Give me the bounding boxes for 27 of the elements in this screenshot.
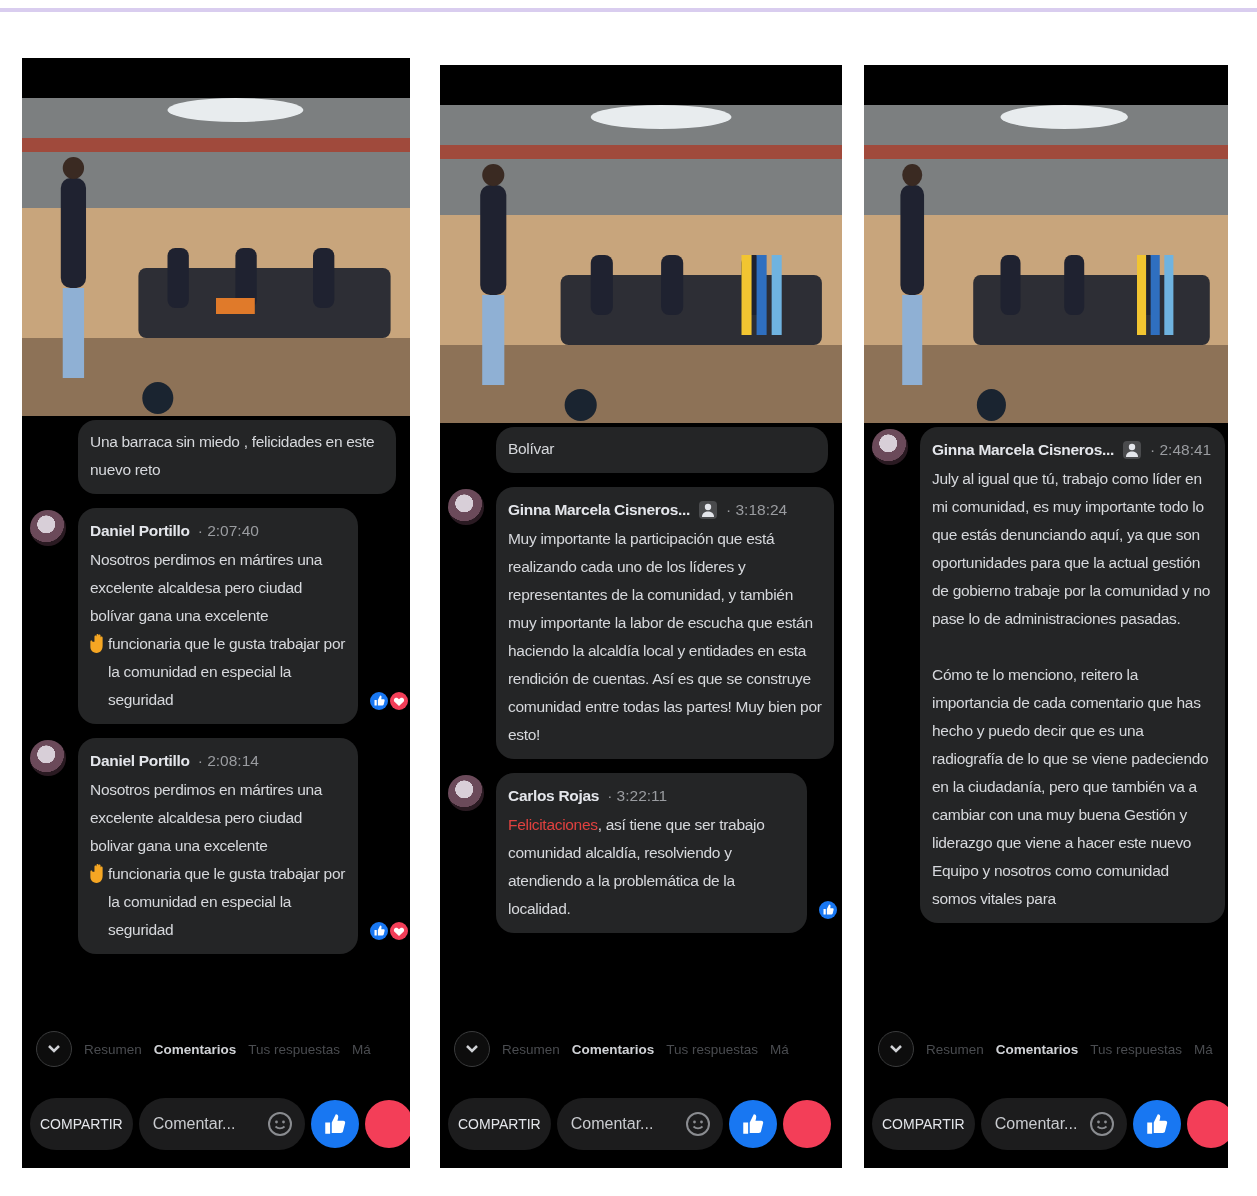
comment-time: · 3:18:24 bbox=[726, 500, 788, 520]
comment-text: Felicitaciones, así tiene que ser trabajo comunidad alcaldía, resolviendo y atendiendo a la problemática de la localidad. bbox=[508, 815, 766, 919]
comment-text: funcionaria que le gusta trabajar por la comunidad en especial la seguridad bbox=[108, 864, 346, 940]
author-name[interactable]: Daniel Portillo bbox=[90, 516, 190, 546]
tab[interactable]: Comentarios bbox=[995, 1041, 1079, 1057]
comment-field[interactable]: Comentar... bbox=[556, 1098, 723, 1150]
tab[interactable]: Comentarios bbox=[153, 1041, 237, 1057]
comment-text: funcionaria que le gusta trabajar por la comunidad en especial la seguridad bbox=[108, 634, 346, 710]
comment-text: Una barraca sin miedo , felicidades en este nuevo reto bbox=[90, 432, 376, 480]
comment-text: Cómo te lo menciono, reitero la importancia de cada comentario que has hecho y puedo decir que es una radiografía de lo que se viene padeciendo en la ciudadanía, pero que también va a cambiar con una muy buena Gestión y liderazgo que viene a hacer este nuevo Equipo y nosotros como comunidad somos vitales para bbox=[932, 665, 1210, 909]
comment-field[interactable]: Comentar... bbox=[980, 1098, 1127, 1150]
comment-text: Bolívar bbox=[508, 439, 556, 459]
author-name[interactable]: Ginna Marcela Cisneros... bbox=[932, 435, 1114, 465]
comment-time: · 2:08:14 bbox=[197, 751, 259, 771]
comment-text: July al igual que tú, trabajo como líder en mi comunidad, es muy importante todo lo que estás denunciando aquí, ya que son oportunidades para que la actual gestión de gobierno trabaje por la comunidad y no pase lo de administraciones pasadas. bbox=[932, 469, 1212, 629]
comment-text: Muy importante la participación que está realizando cada uno de los líderes y representantes de la comunidad, y también muy importante la labor de escucha que están haciendo la alcaldía local y entidades en esta rendición de cuentas. Así es que se construye comunidad entre todas las partes! Muy bien por esto! bbox=[508, 529, 822, 745]
comment-time: · 2:07:40 bbox=[197, 521, 259, 541]
share-button[interactable]: COMPARTIR bbox=[30, 1098, 133, 1150]
author-name[interactable]: Carlos Rojas bbox=[508, 781, 600, 811]
share-button[interactable]: COMPARTIR bbox=[872, 1098, 975, 1150]
share-button[interactable]: COMPARTIR bbox=[448, 1098, 551, 1150]
comment-field[interactable]: Comentar... bbox=[138, 1098, 305, 1150]
author-name[interactable]: Daniel Portillo bbox=[90, 746, 190, 776]
tab[interactable]: Comentarios bbox=[571, 1041, 655, 1057]
comment-time: · 2:48:41 bbox=[1150, 440, 1212, 460]
author-name[interactable]: Ginna Marcela Cisneros... bbox=[508, 495, 690, 525]
comment-time: · 3:22:11 bbox=[607, 786, 668, 806]
